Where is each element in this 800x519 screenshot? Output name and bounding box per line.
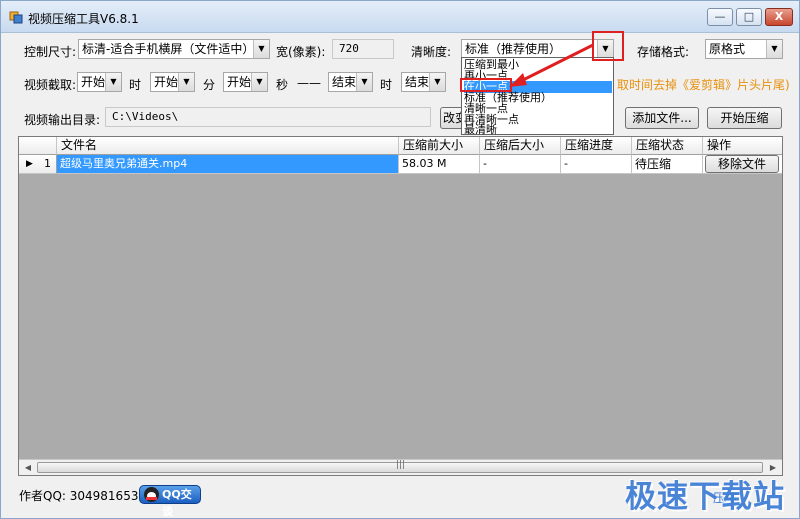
qq-chat-button[interactable]: QQ交谈 bbox=[139, 485, 201, 518]
trim-label: 视频截取: bbox=[24, 78, 77, 92]
col-size-before[interactable]: 压缩前大小 bbox=[399, 137, 480, 155]
col-progress[interactable]: 压缩进度 bbox=[561, 137, 632, 155]
cell-status: 待压缩 bbox=[632, 155, 703, 174]
width-label: 宽(像素): bbox=[276, 45, 326, 59]
watermark: 极速下载站 bbox=[625, 479, 785, 515]
chevron-down-icon: ▼ bbox=[251, 73, 267, 91]
title-bar: 视频压缩工具V6.8.1 — □ X bbox=[1, 1, 799, 33]
clarity-option-clearest[interactable]: 最清晰 bbox=[464, 124, 497, 135]
col-status[interactable]: 压缩状态 bbox=[632, 137, 703, 155]
end-minute-select[interactable]: 结束 ▼ bbox=[401, 72, 446, 92]
range-dash: —— bbox=[297, 76, 321, 90]
cell-size-after: - bbox=[480, 155, 561, 174]
app-window: 视频压缩工具V6.8.1 — □ X 控制尺寸: 标清-适合手机横屏（文件适中）… bbox=[0, 0, 800, 519]
col-action[interactable]: 操作 bbox=[703, 137, 782, 155]
output-label: 视频输出目录: bbox=[24, 113, 101, 127]
output-path-input[interactable]: C:\Videos\ bbox=[105, 107, 431, 127]
grid-corner bbox=[19, 137, 57, 155]
chevron-down-icon: ▼ bbox=[766, 40, 782, 58]
second-label: 秒 bbox=[276, 78, 289, 92]
chevron-down-icon: ▼ bbox=[429, 73, 445, 91]
file-grid: 文件名 压缩前大小 压缩后大小 压缩进度 压缩状态 操作 ▶ 1 超级马里奥兄弟… bbox=[18, 136, 783, 476]
start-compress-button[interactable]: 开始压缩 bbox=[707, 107, 782, 129]
clarity-label: 清晰度: bbox=[411, 45, 452, 59]
start-minute-select[interactable]: 开始 ▼ bbox=[150, 72, 195, 92]
row-pointer-icon: ▶ bbox=[26, 159, 33, 169]
trim-hint: 取时间去掉《爱剪辑》片头片尾) bbox=[617, 78, 790, 92]
start-minute-value: 开始 bbox=[154, 75, 179, 89]
qq-chat-label: QQ交谈 bbox=[162, 488, 192, 518]
row-header[interactable]: ▶ 1 bbox=[19, 155, 57, 174]
maximize-button[interactable]: □ bbox=[736, 8, 762, 26]
remove-file-button[interactable]: 移除文件 bbox=[705, 155, 779, 173]
cell-action: 移除文件 bbox=[703, 155, 782, 174]
end-minute-value: 结束 bbox=[405, 75, 430, 89]
add-file-button[interactable]: 添加文件... bbox=[625, 107, 699, 129]
start-second-select[interactable]: 开始 ▼ bbox=[223, 72, 268, 92]
author-qq: 作者QQ: 3049816538 bbox=[19, 489, 147, 503]
size-label: 控制尺寸: bbox=[24, 45, 77, 59]
cell-progress: - bbox=[561, 155, 632, 174]
hour-label: 时 bbox=[129, 78, 142, 92]
chevron-down-icon: ▼ bbox=[105, 73, 121, 91]
annotation-arrow-icon bbox=[509, 43, 594, 87]
chevron-down-icon: ▼ bbox=[178, 73, 194, 91]
end-hour-select[interactable]: 结束 ▼ bbox=[328, 72, 373, 92]
chevron-down-icon: ▼ bbox=[253, 40, 269, 58]
size-select[interactable]: 标清-适合手机横屏（文件适中） ▼ bbox=[78, 39, 270, 59]
width-input[interactable]: 720 bbox=[332, 39, 394, 59]
minute-label: 分 bbox=[203, 78, 216, 92]
app-icon bbox=[9, 11, 23, 24]
close-button[interactable]: X bbox=[765, 8, 793, 26]
scroll-left-icon[interactable]: ◀ bbox=[20, 461, 36, 475]
format-label: 存储格式: bbox=[637, 45, 690, 59]
grip-icon: ||| bbox=[396, 460, 406, 470]
size-select-value: 标清-适合手机横屏（文件适中） bbox=[82, 42, 255, 56]
format-select[interactable]: 原格式 ▼ bbox=[705, 39, 783, 59]
col-filename[interactable]: 文件名 bbox=[57, 137, 399, 155]
window-title: 视频压缩工具V6.8.1 bbox=[28, 12, 139, 26]
hour-label-2: 时 bbox=[380, 78, 393, 92]
col-size-after[interactable]: 压缩后大小 bbox=[480, 137, 561, 155]
start-hour-value: 开始 bbox=[81, 75, 106, 89]
qq-penguin-icon bbox=[144, 487, 159, 502]
start-second-value: 开始 bbox=[227, 75, 252, 89]
chevron-down-icon: ▼ bbox=[356, 73, 372, 91]
start-hour-select[interactable]: 开始 ▼ bbox=[77, 72, 122, 92]
format-select-value: 原格式 bbox=[709, 42, 746, 56]
cell-size-before: 58.03 M bbox=[399, 155, 480, 174]
cell-filename[interactable]: 超级马里奥兄弟通关.mp4 bbox=[57, 155, 399, 174]
row-index: 1 bbox=[44, 157, 51, 170]
end-hour-value: 结束 bbox=[332, 75, 357, 89]
minimize-button[interactable]: — bbox=[707, 8, 733, 26]
